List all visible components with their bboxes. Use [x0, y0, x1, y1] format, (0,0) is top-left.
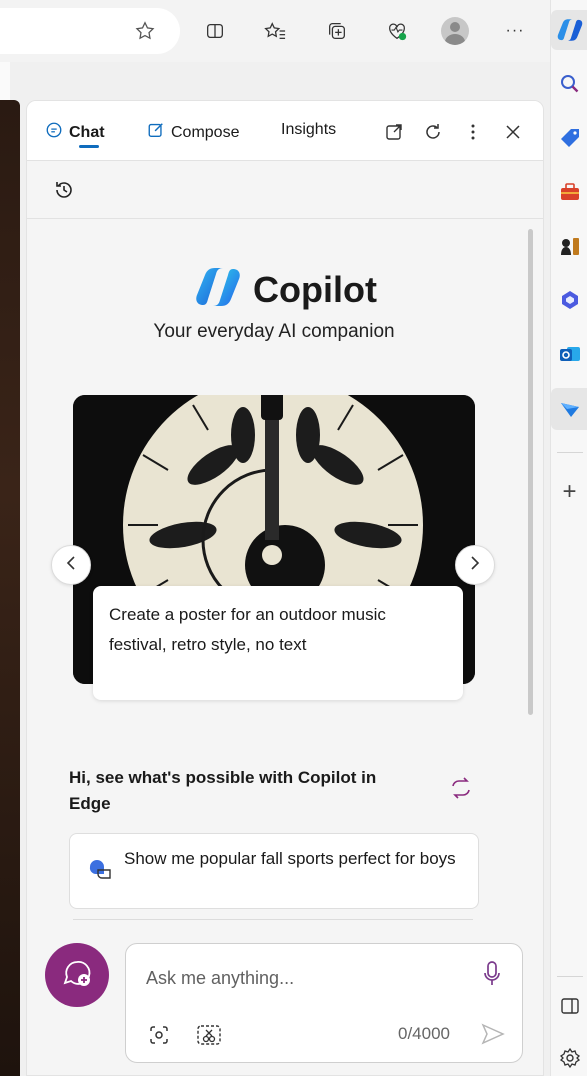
add-app-button[interactable]: +: [551, 474, 587, 510]
compose-icon: [147, 121, 165, 144]
new-topic-button[interactable]: [45, 943, 109, 1007]
edge-sidebar: +: [550, 0, 587, 1076]
send-icon[interactable]: [480, 1022, 506, 1051]
profile-avatar[interactable]: [438, 14, 472, 48]
copilot-title: Copilot: [253, 268, 377, 310]
open-in-new-icon[interactable]: [381, 119, 407, 145]
tab-compose-label: Compose: [171, 123, 240, 141]
carousel-prompt-card[interactable]: Create a poster for an outdoor music fes…: [93, 586, 463, 700]
suggestions-heading: Hi, see what's possible with Copilot in …: [69, 768, 377, 813]
page-content-image: [0, 100, 20, 1076]
history-bar: [27, 161, 543, 219]
browser-toolbar: ···: [0, 0, 550, 62]
chat-input[interactable]: Ask me anything... 0/4000: [125, 943, 523, 1063]
active-tab-indicator: [79, 145, 99, 148]
refresh-suggestions-icon[interactable]: [449, 777, 473, 804]
chat-icon: [45, 121, 63, 144]
more-options-icon[interactable]: ···: [498, 14, 532, 48]
sidebar-divider-bottom: [557, 976, 583, 977]
games-icon[interactable]: [551, 228, 587, 264]
carousel-next-button[interactable]: [455, 545, 495, 585]
new-chat-icon: [62, 958, 92, 993]
browser-essentials-icon[interactable]: [380, 14, 414, 48]
char-counter: 0/4000: [398, 1024, 450, 1043]
tab-insights[interactable]: Insights: [281, 121, 336, 139]
microphone-icon[interactable]: [482, 960, 502, 993]
tools-icon[interactable]: [551, 174, 587, 210]
copilot-icon[interactable]: [551, 10, 587, 50]
screenshot-icon[interactable]: [196, 1024, 222, 1051]
chevron-right-icon: [469, 555, 481, 576]
favorite-star-icon[interactable]: [128, 14, 162, 48]
chat-input-placeholder: Ask me anything...: [146, 968, 295, 988]
tab-insights-label: Insights: [281, 121, 337, 138]
tagline: Your everyday AI companion: [153, 321, 395, 342]
chat-bubbles-icon: [88, 858, 114, 886]
outlook-icon[interactable]: [551, 336, 587, 372]
microsoft-365-icon[interactable]: [551, 282, 587, 318]
close-icon[interactable]: [500, 119, 526, 145]
hide-sidebar-icon[interactable]: [551, 988, 587, 1024]
more-vert-icon[interactable]: [460, 119, 486, 145]
refresh-icon[interactable]: [420, 119, 446, 145]
carousel-prev-button[interactable]: [51, 545, 91, 585]
tab-chat[interactable]: Chat: [45, 121, 105, 144]
chevron-left-icon: [65, 555, 77, 576]
visual-search-icon[interactable]: [148, 1024, 170, 1051]
copilot-brand: Copilot: [27, 267, 543, 312]
tab-chat-label: Chat: [69, 123, 105, 141]
suggestion-chip[interactable]: Show me popular fall sports perfect for …: [69, 833, 479, 909]
tab-compose[interactable]: Compose: [147, 121, 239, 144]
sidebar-divider: [557, 452, 583, 453]
copilot-pane: Chat Compose Insights Copilot Your every…: [26, 100, 544, 1076]
settings-gear-icon[interactable]: [551, 1040, 587, 1076]
drop-icon[interactable]: [551, 388, 587, 430]
divider: [73, 919, 473, 920]
favorites-icon[interactable]: [258, 14, 292, 48]
split-screen-icon[interactable]: [198, 14, 232, 48]
search-icon[interactable]: [551, 66, 587, 102]
suggestion-text: Show me popular fall sports perfect for …: [124, 849, 456, 868]
tab-bar: Chat Compose Insights: [27, 101, 543, 161]
history-icon[interactable]: [53, 179, 75, 206]
collections-icon[interactable]: [320, 14, 354, 48]
copilot-logo-icon: [195, 267, 241, 312]
shopping-tag-icon[interactable]: [551, 120, 587, 156]
